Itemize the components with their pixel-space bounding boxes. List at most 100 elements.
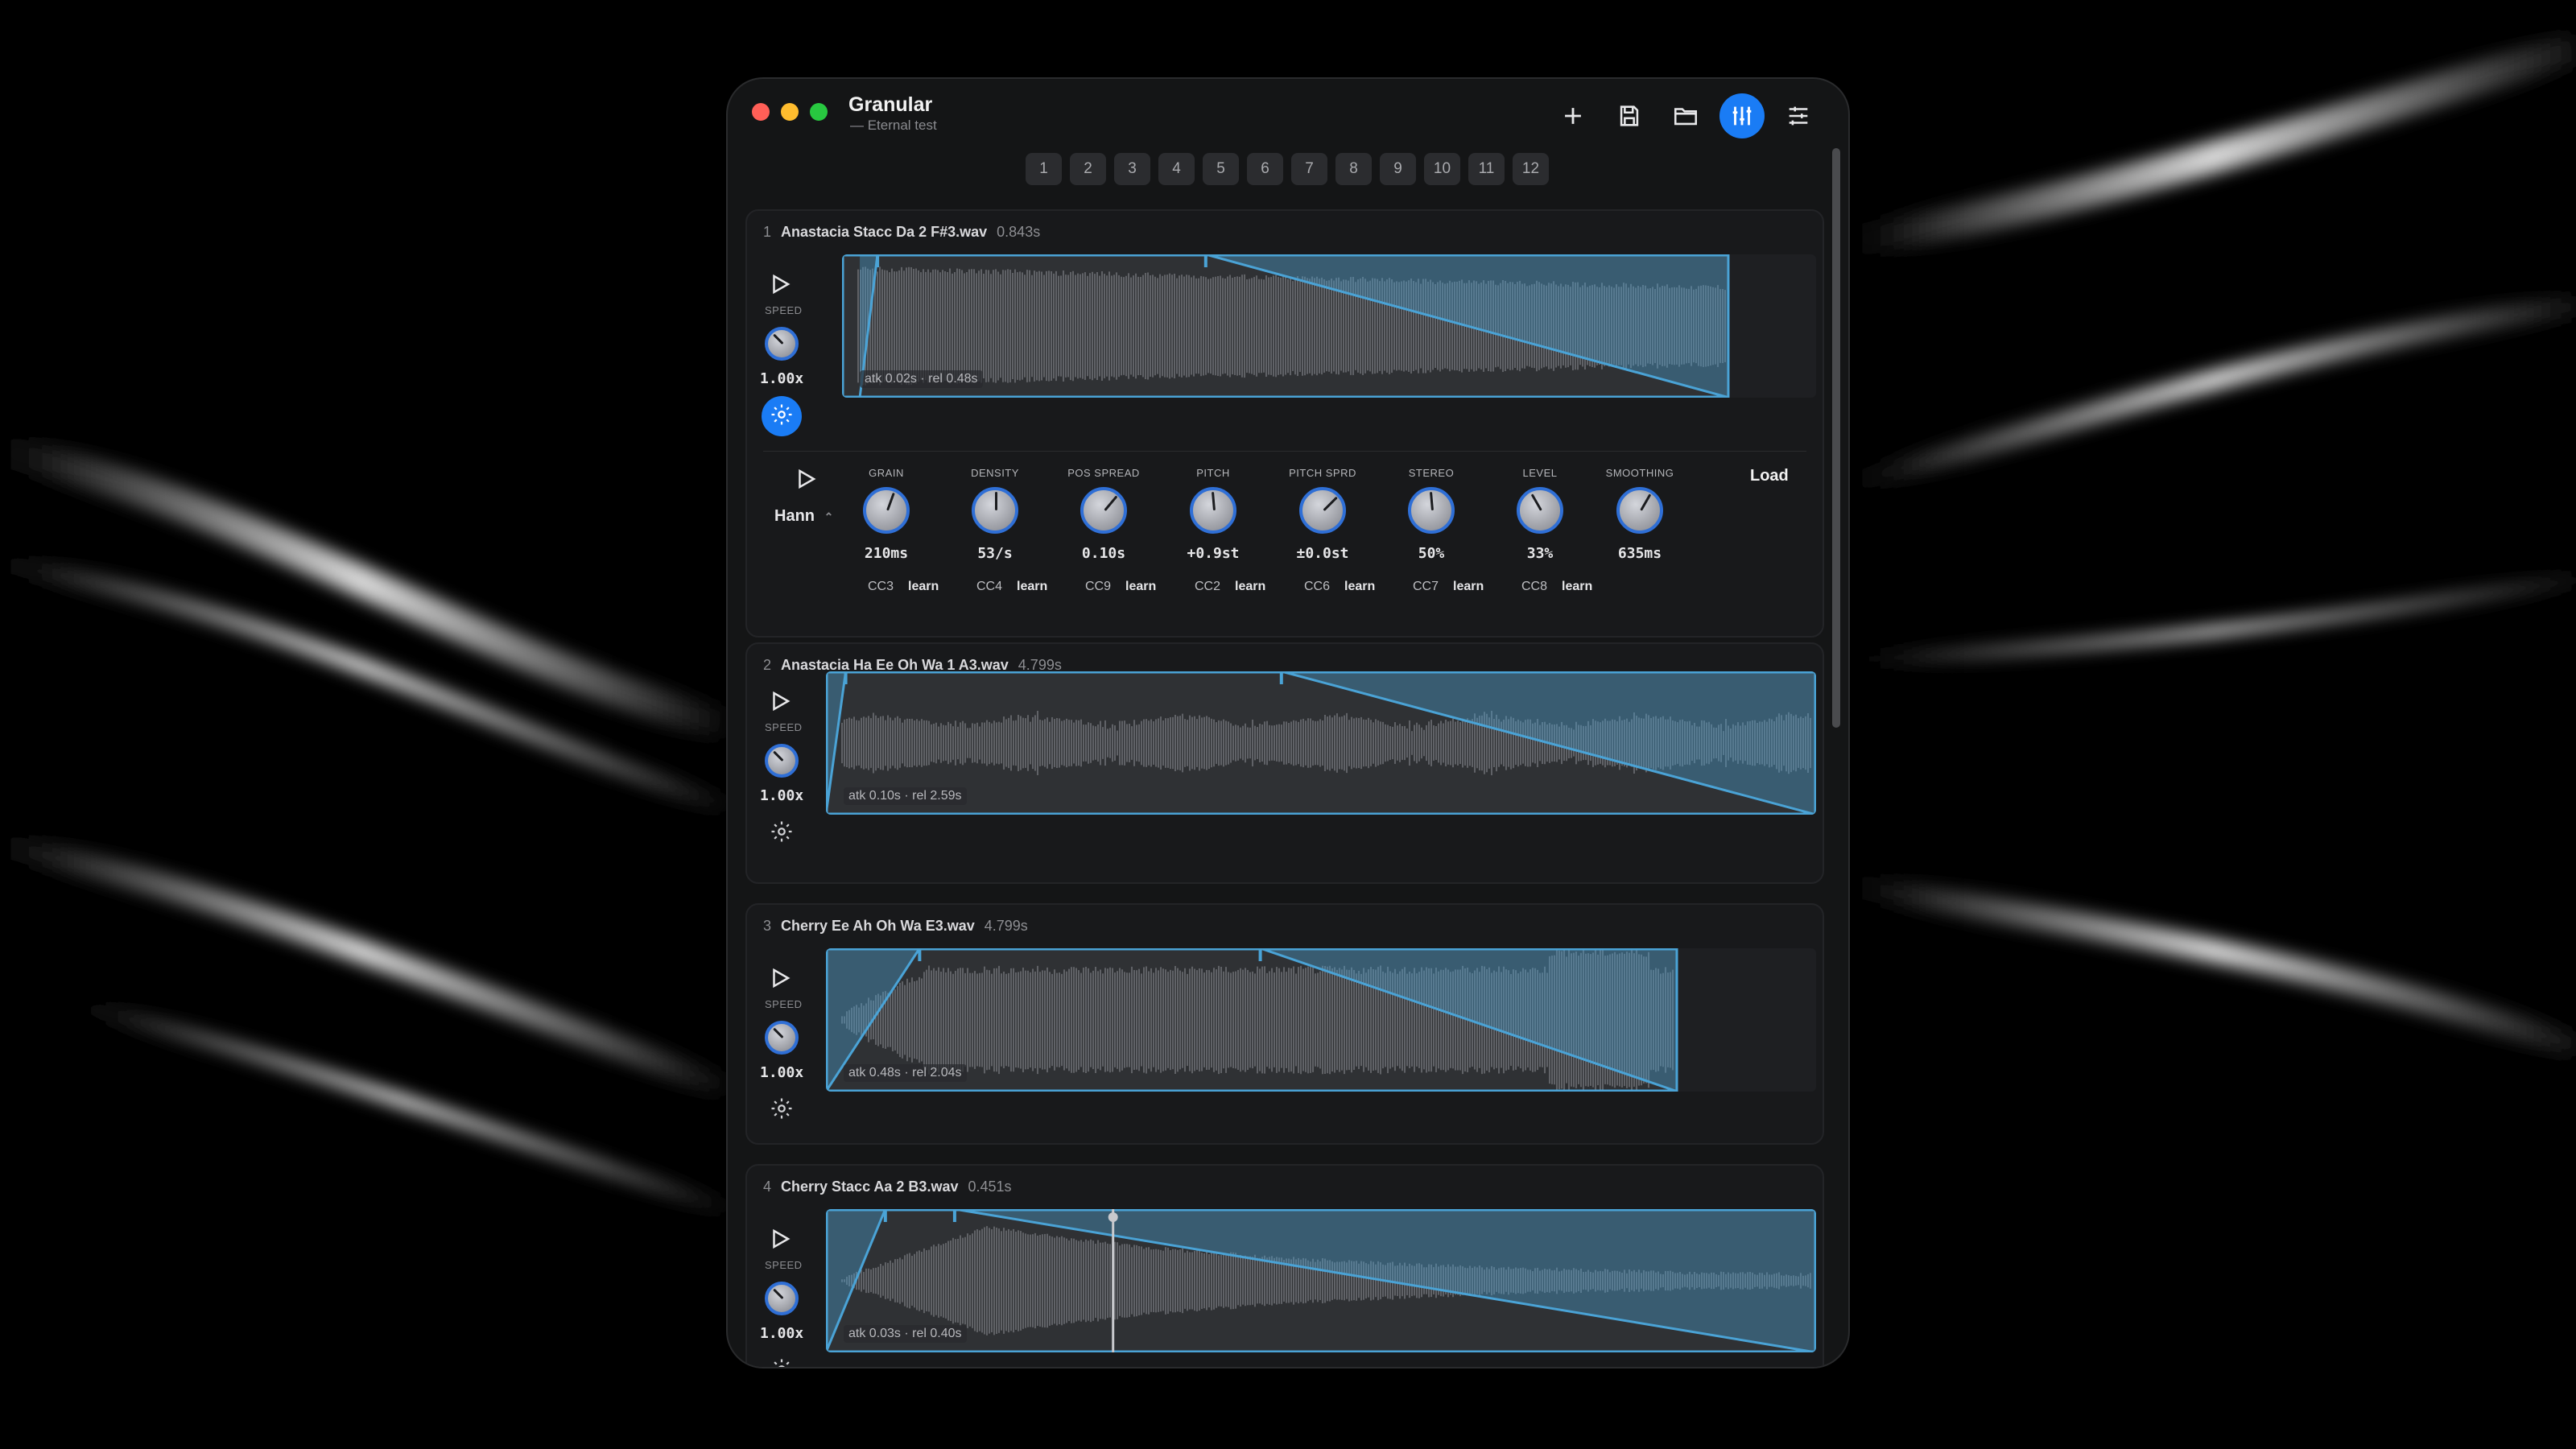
speed-knob[interactable] <box>765 327 799 361</box>
cc-label: CC2 <box>1195 580 1221 593</box>
param-knob[interactable] <box>1517 487 1563 534</box>
learn-button[interactable]: learn <box>908 580 939 593</box>
track-duration: 0.843s <box>997 224 1041 240</box>
tab-12[interactable]: 12 <box>1513 153 1549 185</box>
tab-6[interactable]: 6 <box>1247 153 1283 185</box>
speed-knob[interactable] <box>765 1282 799 1315</box>
track-settings-button[interactable] <box>762 396 802 436</box>
track-2: 2 Anastacia Ha Ee Oh Wa 1 A3.wav 4.799s SPE… <box>745 642 1824 884</box>
param-value: 635ms <box>1617 545 1662 562</box>
track-header: 4 Cherry Stacc Aa 2 B3.wav 0.451s <box>763 1179 1012 1195</box>
cc-label: CC4 <box>976 580 1003 593</box>
save-button[interactable] <box>1607 93 1652 138</box>
speed-label: SPEED <box>765 721 803 733</box>
param-knob[interactable] <box>1190 487 1236 534</box>
learn-button[interactable]: learn <box>1344 580 1375 593</box>
envelope-readout: atk 0.48s · rel 2.04s <box>844 1064 967 1082</box>
add-button[interactable] <box>1550 93 1596 138</box>
envelope-readout: atk 0.03s · rel 0.40s <box>844 1325 967 1343</box>
param-knob[interactable] <box>863 487 910 534</box>
tab-9[interactable]: 9 <box>1380 153 1416 185</box>
gear-icon <box>770 1096 794 1125</box>
tab-5[interactable]: 5 <box>1203 153 1239 185</box>
learn-button[interactable]: learn <box>1562 580 1592 593</box>
granular-play-button[interactable] <box>794 467 818 491</box>
param-knob[interactable] <box>1616 487 1663 534</box>
track-filename: Cherry Stacc Aa 2 B3.wav <box>781 1179 959 1195</box>
param-pitch-sprd: PITCH SPRD ±0.0st <box>1270 467 1375 562</box>
param-label: POS SPREAD <box>1067 467 1140 479</box>
play-button[interactable] <box>768 966 792 990</box>
speed-value: 1.00x <box>760 787 804 804</box>
param-knob[interactable] <box>1299 487 1346 534</box>
tab-1[interactable]: 1 <box>1026 153 1062 185</box>
track-header: 3 Cherry Ee Ah Oh Wa E3.wav 4.799s <box>763 918 1028 935</box>
sliders-icon <box>1789 106 1808 126</box>
zoom-window-button[interactable] <box>810 103 828 121</box>
divider <box>763 451 1806 452</box>
param-level: LEVEL 33% <box>1488 467 1592 562</box>
speed-knob[interactable] <box>765 1021 799 1055</box>
tab-8[interactable]: 8 <box>1335 153 1372 185</box>
param-knob[interactable] <box>1408 487 1455 534</box>
param-label: LEVEL <box>1522 467 1558 479</box>
track-settings-button[interactable] <box>762 1090 802 1130</box>
gear-icon <box>770 1357 794 1367</box>
learn-button[interactable]: learn <box>1125 580 1156 593</box>
learn-button[interactable]: learn <box>1453 580 1484 593</box>
learn-button[interactable]: learn <box>1017 580 1047 593</box>
plus-icon <box>1565 108 1581 124</box>
midi-cc-mapping: CC8 learn <box>1521 580 1592 594</box>
param-density: DENSITY 53/s <box>943 467 1047 562</box>
midi-cc-mapping: CC7 learn <box>1413 580 1484 594</box>
track-number: 4 <box>763 1179 772 1195</box>
track-settings-button[interactable] <box>762 813 802 853</box>
tab-4[interactable]: 4 <box>1158 153 1195 185</box>
waveform-editor[interactable]: atk 0.02s · rel 0.48s <box>842 254 1816 398</box>
speed-label: SPEED <box>765 304 803 316</box>
mixer-button[interactable] <box>1719 93 1765 138</box>
waveform-editor[interactable]: atk 0.10s · rel 2.59s <box>826 671 1816 815</box>
tab-3[interactable]: 3 <box>1114 153 1150 185</box>
track-settings-button[interactable] <box>762 1351 802 1367</box>
window-type-select[interactable]: Hann ⌃ <box>774 507 833 526</box>
param-knob[interactable] <box>1080 487 1127 534</box>
tab-2[interactable]: 2 <box>1070 153 1106 185</box>
param-grain: GRAIN 210ms <box>834 467 939 562</box>
app-window: Granular — Eternal test 1 2 3 4 5 6 7 8 9 10 11 12 … <box>728 79 1848 1367</box>
track-duration: 0.451s <box>968 1179 1012 1195</box>
param-value: ±0.0st <box>1296 545 1349 562</box>
play-icon <box>768 691 792 716</box>
param-value: 50% <box>1418 545 1445 562</box>
track-header: 1 Anastacia Stacc Da 2 F#3.wav 0.843s <box>763 224 1040 241</box>
waveform-editor[interactable]: atk 0.03s · rel 0.40s <box>826 1209 1816 1352</box>
tab-7[interactable]: 7 <box>1291 153 1327 185</box>
load-button[interactable]: Load <box>1750 467 1789 485</box>
tab-10[interactable]: 10 <box>1424 153 1460 185</box>
param-label: PITCH <box>1196 467 1230 479</box>
param-value: +0.9st <box>1187 545 1240 562</box>
learn-button[interactable]: learn <box>1235 580 1265 593</box>
settings-button[interactable] <box>1776 93 1821 138</box>
envelope-readout: atk 0.10s · rel 2.59s <box>844 787 967 805</box>
bank-tabs: 1 2 3 4 5 6 7 8 9 10 11 12 <box>1026 153 1549 185</box>
cc-label: CC8 <box>1521 580 1548 593</box>
cc-label: CC9 <box>1085 580 1112 593</box>
param-value: 53/s <box>977 545 1013 562</box>
param-label: PITCH SPRD <box>1289 467 1356 479</box>
open-button[interactable] <box>1663 93 1708 138</box>
speed-value: 1.00x <box>760 1325 804 1342</box>
close-window-button[interactable] <box>752 103 770 121</box>
tab-11[interactable]: 11 <box>1468 153 1505 185</box>
track-filename: Anastacia Ha Ee Oh Wa 1 A3.wav <box>781 657 1009 673</box>
play-button[interactable] <box>768 1227 792 1251</box>
param-label: STEREO <box>1408 467 1455 479</box>
minimize-window-button[interactable] <box>781 103 799 121</box>
gear-icon <box>770 402 794 431</box>
param-knob[interactable] <box>972 487 1018 534</box>
speed-knob[interactable] <box>765 744 799 778</box>
play-button[interactable] <box>768 272 792 296</box>
waveform-editor[interactable]: atk 0.48s · rel 2.04s <box>826 948 1816 1092</box>
play-button[interactable] <box>768 689 792 713</box>
scrollbar[interactable] <box>1832 148 1840 728</box>
